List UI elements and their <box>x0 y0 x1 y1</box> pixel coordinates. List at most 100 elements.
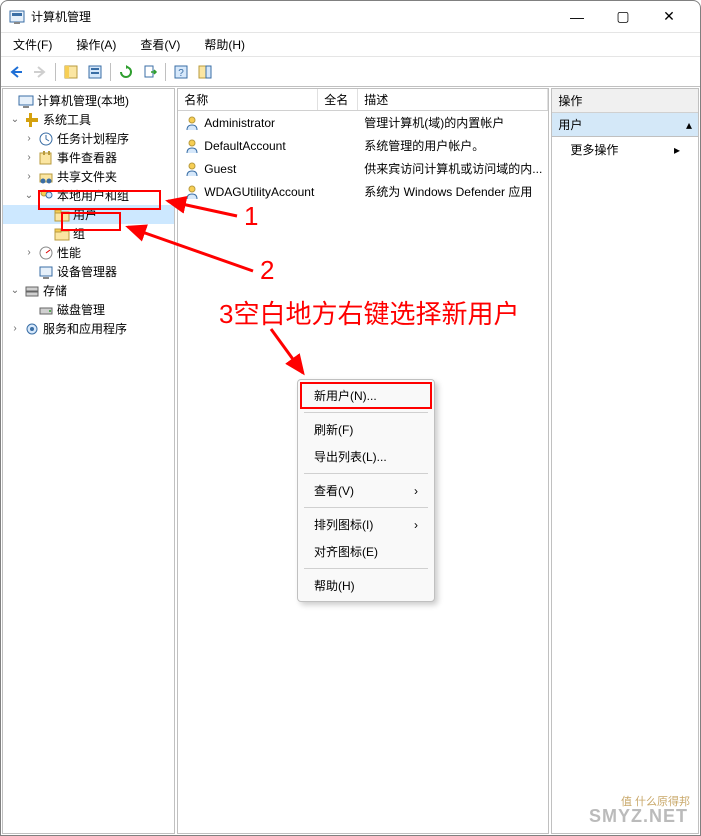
minimize-button[interactable]: — <box>562 5 592 29</box>
toolbar: ? <box>1 57 700 87</box>
menu-new-user[interactable]: 新用户(N)... <box>300 382 432 409</box>
expander-icon[interactable]: › <box>23 171 35 182</box>
close-button[interactable]: ✕ <box>654 5 684 29</box>
tb-action-pane-button[interactable] <box>194 61 216 83</box>
tree-event-viewer[interactable]: › 事件查看器 <box>3 148 174 167</box>
tree-label: 任务计划程序 <box>57 130 129 147</box>
expander-icon[interactable]: › <box>23 133 35 144</box>
toolbar-separator <box>55 63 56 81</box>
list-row[interactable]: WDAGUtilityAccount系统为 Windows Defender 应… <box>178 180 548 203</box>
tree-label: 本地用户和组 <box>57 187 129 204</box>
titlebar: 计算机管理 — ▢ ✕ <box>1 1 700 33</box>
expander-icon[interactable]: ⌄ <box>23 190 35 201</box>
folder-icon <box>54 226 70 242</box>
menu-help[interactable]: 帮助(H) <box>200 34 249 55</box>
menu-separator <box>304 412 428 413</box>
action-more[interactable]: 更多操作 ▸ <box>552 137 698 162</box>
list-row[interactable]: DefaultAccount系统管理的用户帐户。 <box>178 134 548 157</box>
expander-icon[interactable]: › <box>9 323 21 334</box>
tree-system-tools[interactable]: ⌄ 系统工具 <box>3 110 174 129</box>
window-title: 计算机管理 <box>31 8 562 25</box>
list-row[interactable]: Administrator 管理计算机(域)的内置帐户 <box>178 111 548 134</box>
collapse-icon: ▴ <box>686 118 692 132</box>
col-fullname[interactable]: 全名 <box>318 89 358 110</box>
menu-align-icons[interactable]: 对齐图标(E) <box>300 538 432 565</box>
tree-label: 系统工具 <box>43 111 91 128</box>
menu-view[interactable]: 查看(V) › <box>300 477 432 504</box>
expander-icon[interactable]: › <box>23 152 35 163</box>
maximize-button[interactable]: ▢ <box>608 5 638 29</box>
action-section-users[interactable]: 用户 ▴ <box>552 113 698 137</box>
tree-task-scheduler[interactable]: › 任务计划程序 <box>3 129 174 148</box>
tree-label: 磁盘管理 <box>57 301 105 318</box>
cell-fullname <box>318 168 358 170</box>
toolbar-separator <box>165 63 166 81</box>
tree-root[interactable]: 计算机管理(本地) <box>3 91 174 110</box>
tree-users[interactable]: 用户 <box>3 205 174 224</box>
tree-panel: 计算机管理(本地) ⌄ 系统工具 › 任务计划程序 › 事件查看器 <box>2 88 175 834</box>
folder-icon <box>54 207 70 223</box>
list-row[interactable]: Guest 供来宾访问计算机或访问域的内... <box>178 157 548 180</box>
menu-action[interactable]: 操作(A) <box>72 34 120 55</box>
tb-help-button[interactable]: ? <box>170 61 192 83</box>
tree-label: 性能 <box>57 244 81 261</box>
tb-export-button[interactable] <box>139 61 161 83</box>
device-icon <box>38 264 54 280</box>
window-root: 计算机管理 — ▢ ✕ 文件(F) 操作(A) 查看(V) 帮助(H) ? <box>0 0 701 836</box>
menu-view-label: 查看(V) <box>314 482 354 499</box>
menu-export-list[interactable]: 导出列表(L)... <box>300 443 432 470</box>
cell-name: DefaultAccount <box>204 139 285 153</box>
menu-arrange-label: 排列图标(I) <box>314 516 373 533</box>
tree-label: 计算机管理(本地) <box>37 92 129 109</box>
menu-refresh[interactable]: 刷新(F) <box>300 416 432 443</box>
col-description[interactable]: 描述 <box>358 89 548 110</box>
cell-name: Administrator <box>204 116 275 130</box>
cell-desc: 系统为 Windows Defender 应用 <box>358 182 548 201</box>
tb-properties-button[interactable] <box>84 61 106 83</box>
tree-storage[interactable]: ⌄ 存储 <box>3 281 174 300</box>
menu-arrange-icons[interactable]: 排列图标(I) › <box>300 511 432 538</box>
tree-performance[interactable]: › 性能 <box>3 243 174 262</box>
watermark-logo: SMYZ.NET <box>589 806 688 827</box>
disk-icon <box>38 302 54 318</box>
cell-desc: 管理计算机(域)的内置帐户 <box>358 113 548 132</box>
menu-file[interactable]: 文件(F) <box>9 34 56 55</box>
cell-fullname <box>318 191 358 193</box>
action-more-label: 更多操作 <box>570 141 618 158</box>
cell-fullname <box>318 145 358 147</box>
cell-desc: 供来宾访问计算机或访问域的内... <box>358 159 548 178</box>
event-icon <box>38 150 54 166</box>
action-panel: 操作 用户 ▴ 更多操作 ▸ <box>551 88 699 834</box>
expander-icon[interactable]: ⌄ <box>9 285 21 296</box>
performance-icon <box>38 245 54 261</box>
app-icon <box>9 9 25 25</box>
cell-name: Guest <box>204 162 236 176</box>
col-name[interactable]: 名称 <box>178 89 318 110</box>
tree-groups[interactable]: 组 <box>3 224 174 243</box>
tree-disk-management[interactable]: 磁盘管理 <box>3 300 174 319</box>
nav-back-button[interactable] <box>5 61 27 83</box>
window-controls: — ▢ ✕ <box>562 5 684 29</box>
tb-show-hide-button[interactable] <box>60 61 82 83</box>
nav-forward-button[interactable] <box>29 61 51 83</box>
tree-services-apps[interactable]: › 服务和应用程序 <box>3 319 174 338</box>
computer-icon <box>18 93 34 109</box>
chevron-right-icon: › <box>414 518 418 532</box>
expander-icon[interactable]: › <box>23 247 35 258</box>
nav-tree: 计算机管理(本地) ⌄ 系统工具 › 任务计划程序 › 事件查看器 <box>3 89 174 340</box>
tree-label: 事件查看器 <box>57 149 117 166</box>
expander-icon[interactable]: ⌄ <box>9 114 21 125</box>
menu-help[interactable]: 帮助(H) <box>300 572 432 599</box>
chevron-right-icon: › <box>414 484 418 498</box>
user-icon <box>184 138 200 154</box>
chevron-right-icon: ▸ <box>674 143 680 157</box>
tree-device-manager[interactable]: 设备管理器 <box>3 262 174 281</box>
menu-view[interactable]: 查看(V) <box>136 34 184 55</box>
tb-refresh-button[interactable] <box>115 61 137 83</box>
tree-shared-folders[interactable]: › 共享文件夹 <box>3 167 174 186</box>
tree-local-users-groups[interactable]: ⌄ 本地用户和组 <box>3 186 174 205</box>
storage-icon <box>24 283 40 299</box>
services-icon <box>24 321 40 337</box>
tree-label: 设备管理器 <box>57 263 117 280</box>
action-panel-header: 操作 <box>552 89 698 113</box>
